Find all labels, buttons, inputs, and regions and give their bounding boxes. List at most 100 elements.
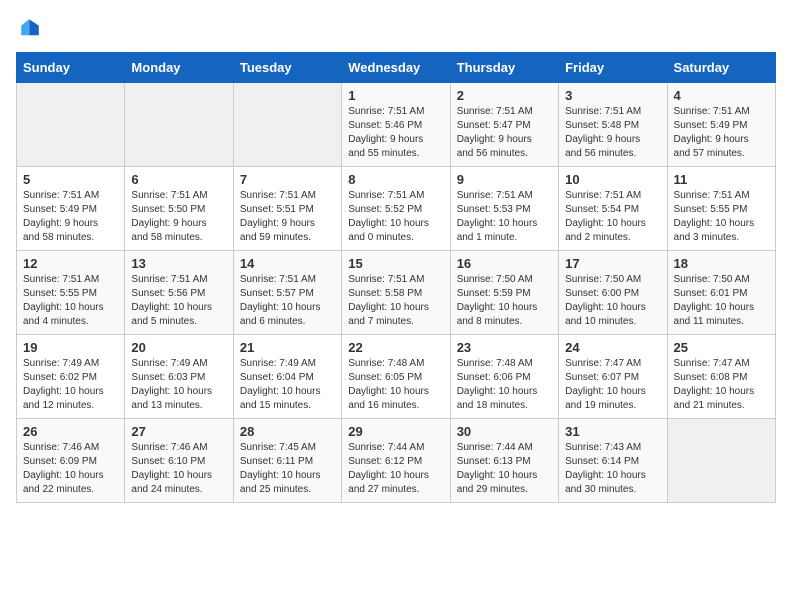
calendar-week-row: 19Sunrise: 7:49 AM Sunset: 6:02 PM Dayli…	[17, 335, 776, 419]
day-of-week-header: Friday	[559, 53, 667, 83]
day-number: 1	[348, 88, 443, 103]
day-of-week-header: Sunday	[17, 53, 125, 83]
day-number: 2	[457, 88, 552, 103]
day-number: 19	[23, 340, 118, 355]
day-info: Sunrise: 7:51 AM Sunset: 5:54 PM Dayligh…	[565, 189, 660, 245]
day-info: Sunrise: 7:46 AM Sunset: 6:09 PM Dayligh…	[23, 441, 118, 497]
day-info: Sunrise: 7:48 AM Sunset: 6:06 PM Dayligh…	[457, 357, 552, 413]
day-info: Sunrise: 7:44 AM Sunset: 6:13 PM Dayligh…	[457, 441, 552, 497]
calendar-week-row: 26 Sunrise: 7:46 AM Sunset: 6:09 PM Dayli…	[17, 419, 776, 503]
day-info: Sunrise: 7:51 AM Sunset: 5:46 PM Dayligh…	[348, 105, 443, 161]
calendar-cell: 23 Sunrise: 7:48 AM Sunset: 6:06 PM Dayli…	[450, 335, 558, 419]
day-number: 9	[457, 172, 552, 187]
calendar-cell: 1 Sunrise: 7:51 AM Sunset: 5:46 PM Daylig…	[342, 83, 450, 167]
day-number: 22	[348, 340, 443, 355]
day-number: 25	[674, 340, 769, 355]
calendar-header	[16, 16, 776, 40]
calendar-cell: 30 Sunrise: 7:44 AM Sunset: 6:13 PM Dayli…	[450, 419, 558, 503]
calendar-cell: 6 Sunrise: 7:51 AM Sunset: 5:50 PM Daylig…	[125, 167, 233, 251]
day-info: Sunrise: 7:51 AM Sunset: 5:55 PM Dayligh…	[23, 273, 118, 329]
day-info: Sunrise: 7:49 AM Sunset: 6:03 PM Dayligh…	[131, 357, 226, 413]
day-number: 26	[23, 424, 118, 439]
calendar-week-row: 1 Sunrise: 7:51 AM Sunset: 5:46 PM Daylig…	[17, 83, 776, 167]
day-info: Sunrise: 7:48 AM Sunset: 6:05 PM Dayligh…	[348, 357, 443, 413]
day-info: Sunrise: 7:43 AM Sunset: 6:14 PM Dayligh…	[565, 441, 660, 497]
calendar-cell: 21 Sunrise: 7:49 AM Sunset: 6:04 PM Dayli…	[233, 335, 341, 419]
day-number: 6	[131, 172, 226, 187]
day-info: Sunrise: 7:49 AM Sunset: 6:04 PM Dayligh…	[240, 357, 335, 413]
calendar-table: SundayMondayTuesdayWednesdayThursdayFrid…	[16, 52, 776, 503]
day-number: 10	[565, 172, 660, 187]
day-of-week-header: Thursday	[450, 53, 558, 83]
day-info: Sunrise: 7:51 AM Sunset: 5:57 PM Dayligh…	[240, 273, 335, 329]
calendar-cell: 16 Sunrise: 7:50 AM Sunset: 5:59 PM Dayli…	[450, 251, 558, 335]
day-number: 5	[23, 172, 118, 187]
calendar-cell: 14 Sunrise: 7:51 AM Sunset: 5:57 PM Dayli…	[233, 251, 341, 335]
day-number: 24	[565, 340, 660, 355]
day-info: Sunrise: 7:50 AM Sunset: 6:01 PM Dayligh…	[674, 273, 769, 329]
day-of-week-header: Tuesday	[233, 53, 341, 83]
calendar-cell	[125, 83, 233, 167]
calendar-cell: 22 Sunrise: 7:48 AM Sunset: 6:05 PM Dayli…	[342, 335, 450, 419]
calendar-cell: 24 Sunrise: 7:47 AM Sunset: 6:07 PM Dayli…	[559, 335, 667, 419]
calendar-cell: 25 Sunrise: 7:47 AM Sunset: 6:08 PM Dayli…	[667, 335, 775, 419]
calendar-week-row: 5 Sunrise: 7:51 AM Sunset: 5:49 PM Daylig…	[17, 167, 776, 251]
day-number: 14	[240, 256, 335, 271]
calendar-header-row: SundayMondayTuesdayWednesdayThursdayFrid…	[17, 53, 776, 83]
calendar-cell: 13 Sunrise: 7:51 AM Sunset: 5:56 PM Dayli…	[125, 251, 233, 335]
day-info: Sunrise: 7:51 AM Sunset: 5:48 PM Dayligh…	[565, 105, 660, 161]
calendar-cell: 9 Sunrise: 7:51 AM Sunset: 5:53 PM Daylig…	[450, 167, 558, 251]
day-info: Sunrise: 7:51 AM Sunset: 5:53 PM Dayligh…	[457, 189, 552, 245]
day-number: 23	[457, 340, 552, 355]
calendar-cell	[233, 83, 341, 167]
day-number: 16	[457, 256, 552, 271]
day-info: Sunrise: 7:47 AM Sunset: 6:08 PM Dayligh…	[674, 357, 769, 413]
calendar-cell: 31 Sunrise: 7:43 AM Sunset: 6:14 PM Dayli…	[559, 419, 667, 503]
calendar-cell: 28 Sunrise: 7:45 AM Sunset: 6:11 PM Dayli…	[233, 419, 341, 503]
day-info: Sunrise: 7:51 AM Sunset: 5:58 PM Dayligh…	[348, 273, 443, 329]
calendar-cell: 19Sunrise: 7:49 AM Sunset: 6:02 PM Dayli…	[17, 335, 125, 419]
day-number: 4	[674, 88, 769, 103]
day-info: Sunrise: 7:45 AM Sunset: 6:11 PM Dayligh…	[240, 441, 335, 497]
day-info: Sunrise: 7:51 AM Sunset: 5:55 PM Dayligh…	[674, 189, 769, 245]
day-number: 12	[23, 256, 118, 271]
calendar-cell	[17, 83, 125, 167]
calendar-cell: 7 Sunrise: 7:51 AM Sunset: 5:51 PM Daylig…	[233, 167, 341, 251]
calendar-cell: 29Sunrise: 7:44 AM Sunset: 6:12 PM Dayli…	[342, 419, 450, 503]
calendar-cell: 27Sunrise: 7:46 AM Sunset: 6:10 PM Dayli…	[125, 419, 233, 503]
day-info: Sunrise: 7:51 AM Sunset: 5:56 PM Dayligh…	[131, 273, 226, 329]
day-info: Sunrise: 7:50 AM Sunset: 6:00 PM Dayligh…	[565, 273, 660, 329]
day-number: 29	[348, 424, 443, 439]
calendar-cell: 12 Sunrise: 7:51 AM Sunset: 5:55 PM Dayli…	[17, 251, 125, 335]
logo-icon	[18, 16, 42, 40]
day-number: 18	[674, 256, 769, 271]
day-number: 7	[240, 172, 335, 187]
day-info: Sunrise: 7:51 AM Sunset: 5:51 PM Dayligh…	[240, 189, 335, 245]
day-number: 30	[457, 424, 552, 439]
day-info: Sunrise: 7:47 AM Sunset: 6:07 PM Dayligh…	[565, 357, 660, 413]
day-number: 20	[131, 340, 226, 355]
day-number: 8	[348, 172, 443, 187]
day-info: Sunrise: 7:46 AM Sunset: 6:10 PM Dayligh…	[131, 441, 226, 497]
calendar-cell: 3 Sunrise: 7:51 AM Sunset: 5:48 PM Daylig…	[559, 83, 667, 167]
calendar-cell: 17Sunrise: 7:50 AM Sunset: 6:00 PM Dayli…	[559, 251, 667, 335]
day-info: Sunrise: 7:51 AM Sunset: 5:47 PM Dayligh…	[457, 105, 552, 161]
day-info: Sunrise: 7:51 AM Sunset: 5:49 PM Dayligh…	[23, 189, 118, 245]
calendar-cell: 15Sunrise: 7:51 AM Sunset: 5:58 PM Dayli…	[342, 251, 450, 335]
day-of-week-header: Monday	[125, 53, 233, 83]
day-number: 28	[240, 424, 335, 439]
calendar-cell: 5 Sunrise: 7:51 AM Sunset: 5:49 PM Daylig…	[17, 167, 125, 251]
calendar-cell: 26 Sunrise: 7:46 AM Sunset: 6:09 PM Dayli…	[17, 419, 125, 503]
calendar-cell	[667, 419, 775, 503]
calendar-week-row: 12 Sunrise: 7:51 AM Sunset: 5:55 PM Dayli…	[17, 251, 776, 335]
calendar-cell: 20 Sunrise: 7:49 AM Sunset: 6:03 PM Dayli…	[125, 335, 233, 419]
day-number: 21	[240, 340, 335, 355]
calendar-cell: 18 Sunrise: 7:50 AM Sunset: 6:01 PM Dayli…	[667, 251, 775, 335]
day-number: 31	[565, 424, 660, 439]
calendar-cell: 4Sunrise: 7:51 AM Sunset: 5:49 PM Daylig…	[667, 83, 775, 167]
day-number: 3	[565, 88, 660, 103]
day-of-week-header: Wednesday	[342, 53, 450, 83]
day-info: Sunrise: 7:50 AM Sunset: 5:59 PM Dayligh…	[457, 273, 552, 329]
day-number: 13	[131, 256, 226, 271]
day-info: Sunrise: 7:51 AM Sunset: 5:50 PM Dayligh…	[131, 189, 226, 245]
